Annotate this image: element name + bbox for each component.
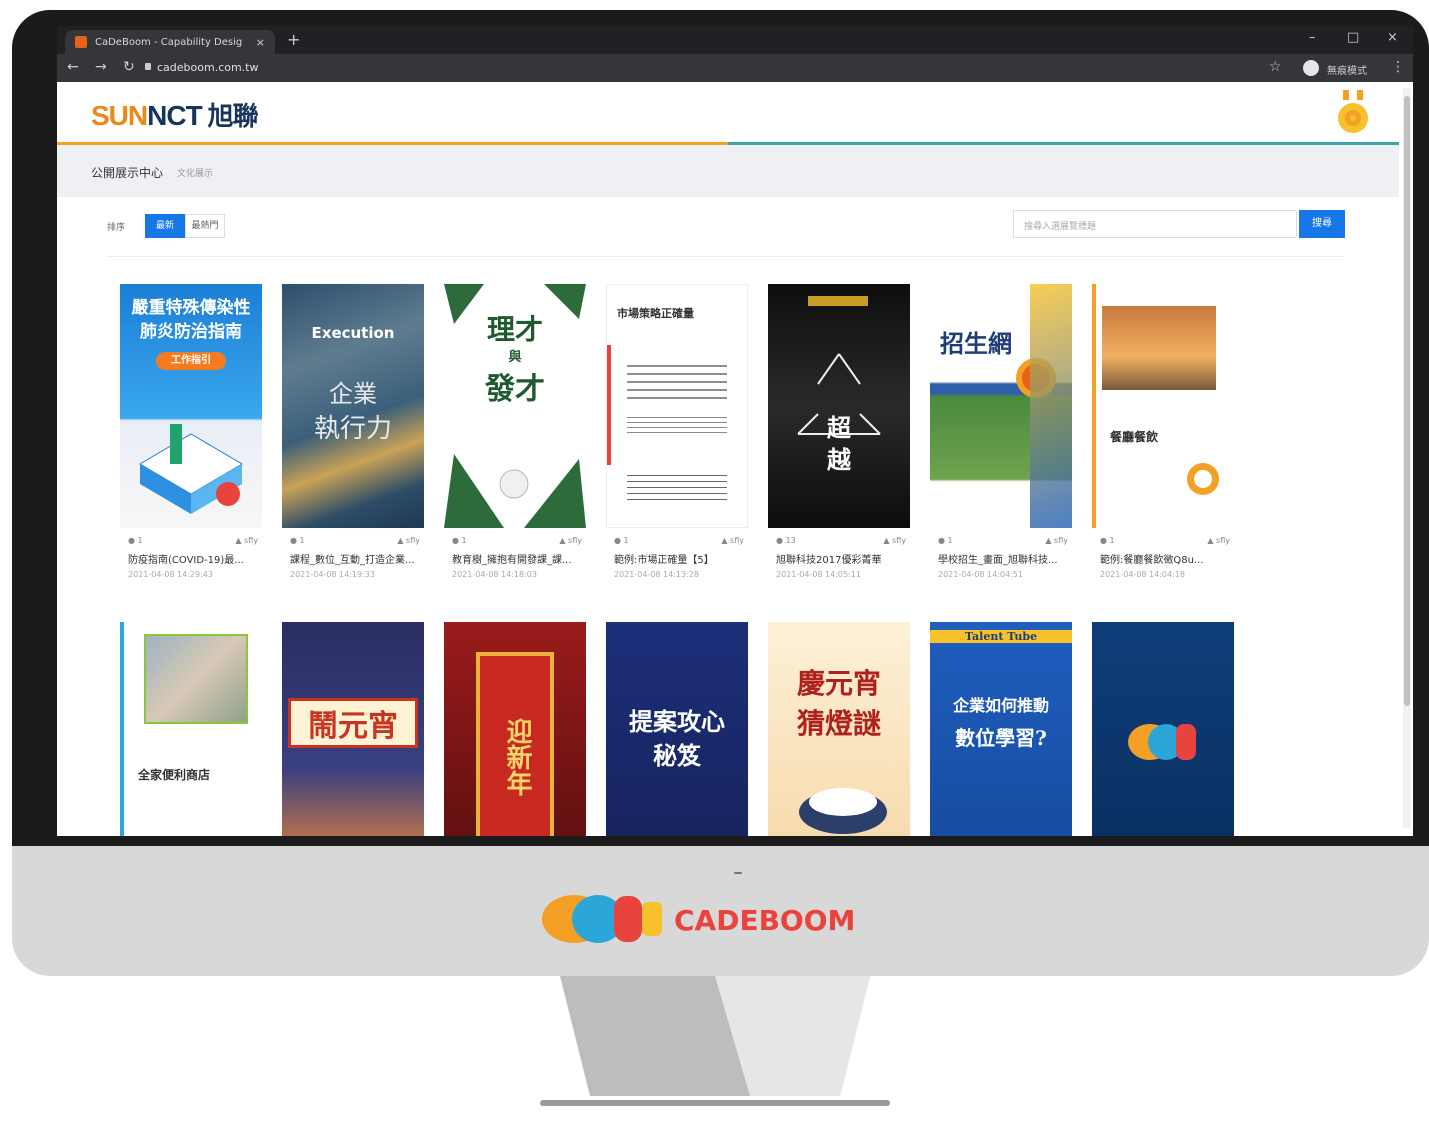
- cadeboom-wordmark-logo: CADEBOOM: [542, 895, 855, 943]
- card-title[interactable]: 範例:市場正確量【5】: [614, 551, 744, 566]
- views-count: ● 1: [452, 536, 467, 545]
- card-date: 2021-04-08 14:18:03: [452, 570, 537, 579]
- card-title[interactable]: 防疫指南(COVID-19)最...: [128, 551, 258, 566]
- poster-elearning[interactable]: Talent Tube 企業如何推動 數位學習?: [930, 622, 1072, 836]
- web-page: SUNNCT 旭聯 公開展示中心 文化展示 排序 最新 最熱門 搜尋入選展覽標題…: [57, 82, 1399, 836]
- poster-admission[interactable]: 招生網: [930, 284, 1072, 528]
- poster-covid[interactable]: 嚴重特殊傳染性肺炎防治指南 工作指引: [120, 284, 262, 528]
- page-subtitle: 文化展示: [177, 169, 214, 179]
- views-count: ● 1: [614, 536, 629, 545]
- page-title: 公開展示中心: [91, 166, 164, 180]
- tab-title: CaDeBoom - Capability Desig: [95, 36, 243, 48]
- bookmark-star-icon[interactable]: ☆: [1269, 59, 1282, 75]
- new-tab-button[interactable]: +: [287, 30, 300, 49]
- site-header: SUNNCT 旭聯: [57, 82, 1399, 142]
- poster-proposal[interactable]: 提案攻心 秘笈: [606, 622, 748, 836]
- card-date: 2021-04-08 14:29:43: [128, 570, 213, 579]
- author: ▲ sfly: [1045, 536, 1068, 545]
- maximize-button[interactable]: □: [1347, 30, 1359, 45]
- lock-icon: [145, 63, 151, 70]
- poster-talent[interactable]: 理才 與 發才: [444, 284, 586, 528]
- poster-restaurant[interactable]: 餐廳餐飲: [1092, 284, 1234, 528]
- svg-text:CADEBOOM: CADEBOOM: [674, 904, 855, 937]
- cadeboom-logo-icon: [1128, 724, 1196, 760]
- card-title[interactable]: 課程_數位_互動_打造企業...: [290, 551, 420, 566]
- card-title[interactable]: 旭聯科技2017優彩菁華: [776, 551, 906, 566]
- card-date: 2021-04-08 14:05:11: [776, 570, 861, 579]
- card-title[interactable]: 學校招生_畫面_旭聯科技...: [938, 551, 1068, 566]
- search-input[interactable]: 搜尋入選展覽標題: [1013, 210, 1297, 238]
- minimize-button[interactable]: –: [1309, 30, 1316, 45]
- back-button[interactable]: ←: [67, 59, 79, 75]
- sort-label: 排序: [107, 223, 126, 233]
- divider: [107, 256, 1345, 257]
- forward-button[interactable]: →: [95, 59, 107, 75]
- card-meta: ● 1 ▲ sfly 教育樹_擁抱有開發課_課... 2021-04-08 14:…: [452, 536, 582, 579]
- poster-market[interactable]: 市場策略正確量: [606, 284, 748, 528]
- card-date: 2021-04-08 14:04:51: [938, 570, 1023, 579]
- card-meta: ● 1 ▲ sfly 學校招生_畫面_旭聯科技... 2021-04-08 14:…: [938, 536, 1068, 579]
- card-title[interactable]: 教育樹_擁抱有開發課_課...: [452, 551, 582, 566]
- views-count: ● 1: [1100, 536, 1115, 545]
- views-count: ● 1: [128, 536, 143, 545]
- author: ▲ sfly: [883, 536, 906, 545]
- browser-toolbar: ← → ↻ cadeboom.com.tw ☆ 無痕模式 ⋮: [57, 54, 1413, 82]
- mascot-icon[interactable]: [1337, 88, 1369, 136]
- card-date: 2021-04-08 14:04:18: [1100, 570, 1185, 579]
- card-meta: ● 1 ▲ sfly 範例:市場正確量【5】 2021-04-08 14:13:2…: [614, 536, 744, 579]
- poster-lantern[interactable]: 鬧元宵: [282, 622, 424, 836]
- site-logo[interactable]: SUNNCT 旭聯: [91, 96, 259, 133]
- page-scrollbar[interactable]: [1403, 88, 1411, 828]
- monitor-stand: [540, 976, 890, 1106]
- card-meta: ● 1 ▲ sfly 範例:餐廳餐飲徵Q8u... 2021-04-08 14:0…: [1100, 536, 1230, 579]
- card-date: 2021-04-08 14:19:33: [290, 570, 375, 579]
- favicon-icon: [75, 36, 87, 48]
- author: ▲ sfly: [721, 536, 744, 545]
- browser-tabbar: CaDeBoom - Capability Desig × + – □ ×: [57, 26, 1413, 54]
- dumpling-bowl-icon: [799, 788, 887, 834]
- browser-menu-icon[interactable]: ⋮: [1391, 59, 1405, 75]
- breadcrumb: 公開展示中心 文化展示: [57, 145, 1399, 197]
- card-meta: ● 1 ▲ sfly 防疫指南(COVID-19)最... 2021-04-08 …: [128, 536, 258, 579]
- monitor-bezel: CaDeBoom - Capability Desig × + – □ × ← …: [12, 10, 1429, 846]
- window-close-button[interactable]: ×: [1387, 30, 1398, 45]
- profile-name[interactable]: 無痕模式: [1327, 62, 1367, 77]
- screen: CaDeBoom - Capability Desig × + – □ × ← …: [57, 26, 1413, 836]
- views-count: ● 1: [290, 536, 305, 545]
- views-count: ● 1: [938, 536, 953, 545]
- poster-surpass[interactable]: 超 越: [768, 284, 910, 528]
- sort-popular-button[interactable]: 最熱門: [185, 214, 225, 238]
- scrollbar-thumb[interactable]: [1404, 96, 1410, 706]
- card-meta: ● 13 ▲ sfly 旭聯科技2017優彩菁華 2021-04-08 14:05…: [776, 536, 906, 579]
- card-title[interactable]: 範例:餐廳餐飲徵Q8u...: [1100, 551, 1230, 566]
- author: ▲ sfly: [1207, 536, 1230, 545]
- browser-tab[interactable]: CaDeBoom - Capability Desig ×: [65, 30, 275, 54]
- profile-avatar[interactable]: [1303, 60, 1319, 76]
- sort-newest-button[interactable]: 最新: [145, 214, 185, 238]
- poster-cadeboom[interactable]: [1092, 622, 1234, 836]
- author: ▲ sfly: [235, 536, 258, 545]
- triangle-decoration-icon: [797, 296, 881, 435]
- tab-close-icon[interactable]: ×: [256, 36, 265, 49]
- poster-familymart[interactable]: 全家便利商店: [120, 622, 262, 836]
- views-count: ● 13: [776, 536, 796, 545]
- book-illustration-icon: [139, 424, 243, 514]
- address-bar[interactable]: cadeboom.com.tw: [157, 61, 259, 74]
- author: ▲ sfly: [559, 536, 582, 545]
- search-button[interactable]: 搜尋: [1299, 210, 1345, 238]
- card-meta: ● 1 ▲ sfly 課程_數位_互動_打造企業... 2021-04-08 14…: [290, 536, 420, 579]
- camera-icon: [734, 872, 742, 874]
- card-date: 2021-04-08 14:13:28: [614, 570, 699, 579]
- poster-newyear[interactable]: 迎新年: [444, 622, 586, 836]
- burger-logo-icon: [1187, 463, 1219, 495]
- author: ▲ sfly: [397, 536, 420, 545]
- poster-execution[interactable]: Execution 企業 執行力: [282, 284, 424, 528]
- reload-button[interactable]: ↻: [123, 59, 135, 75]
- poster-riddle[interactable]: 慶元宵 猜燈謎: [768, 622, 910, 836]
